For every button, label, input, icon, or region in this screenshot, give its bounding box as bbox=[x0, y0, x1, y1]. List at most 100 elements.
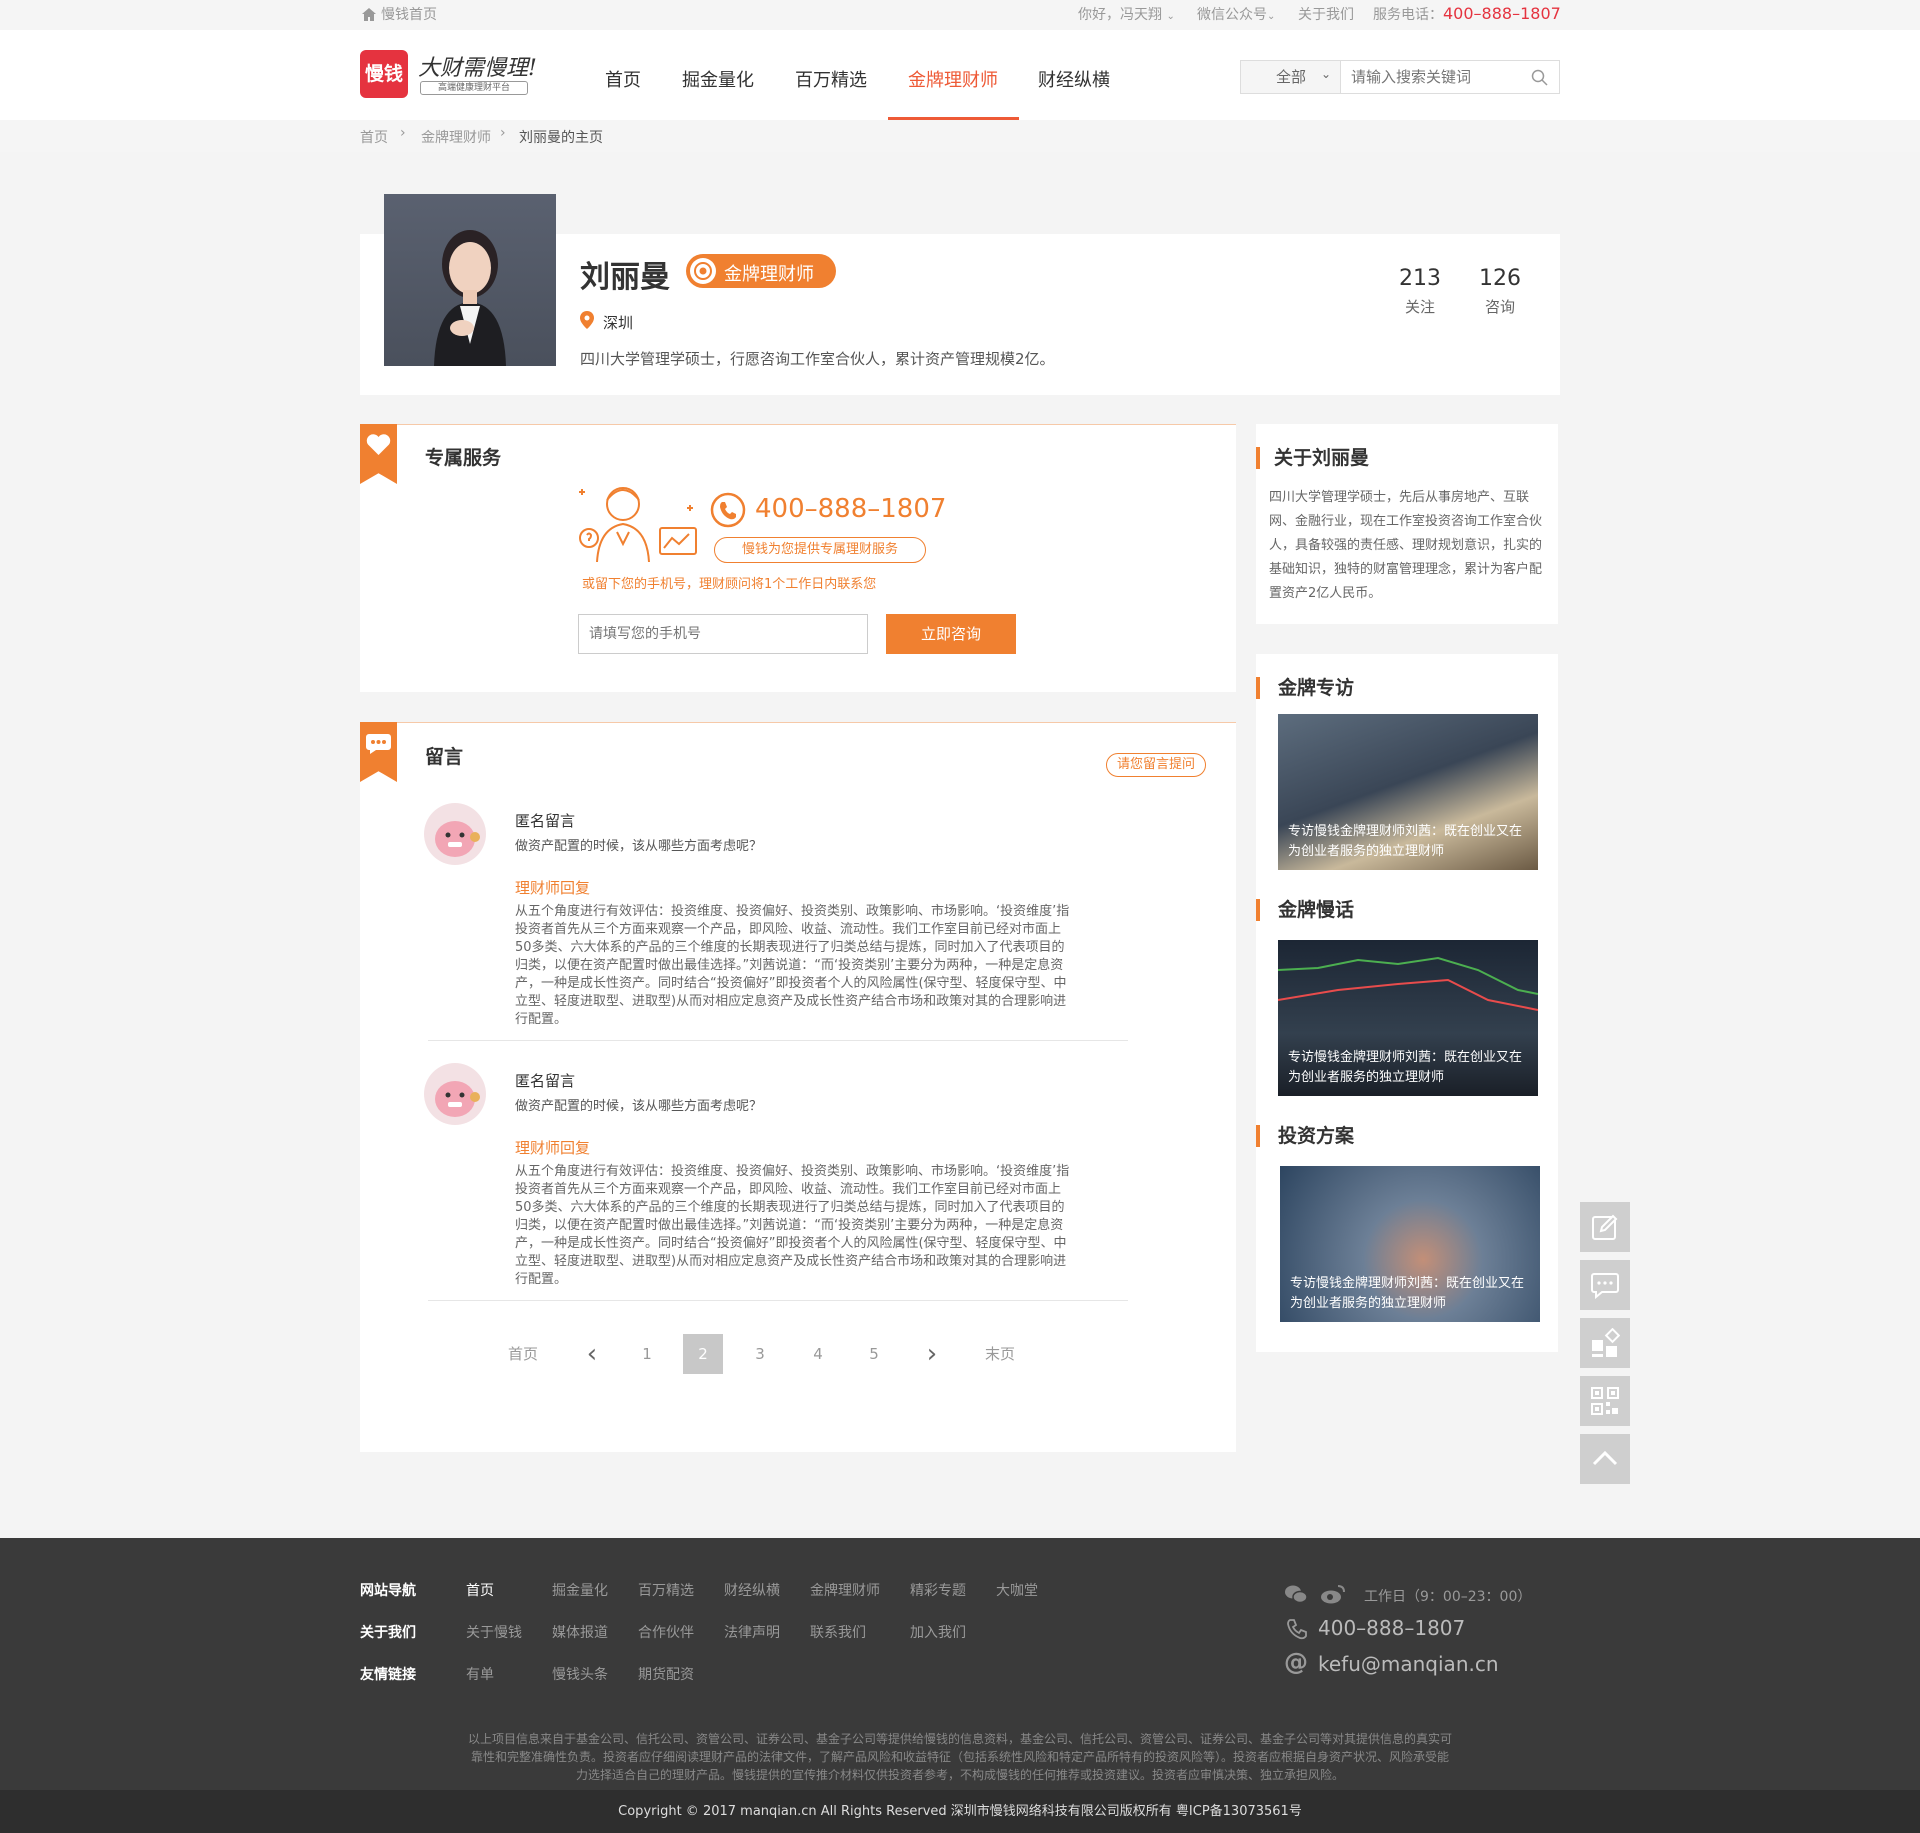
footer-link[interactable]: 金牌理财师 bbox=[810, 1580, 880, 1600]
top-bar: 慢钱首页 你好，冯天翔 ⌄ 微信公众号⌄ 关于我们 服务电话： 400–888–… bbox=[0, 0, 1920, 30]
logo-mark: 慢钱 bbox=[360, 50, 408, 98]
page-last[interactable]: 末页 bbox=[980, 1334, 1020, 1374]
service-phone: 400–888–1807 bbox=[755, 494, 947, 524]
tool-qrcode[interactable] bbox=[1580, 1376, 1630, 1426]
footer-link[interactable]: 期货配资 bbox=[638, 1664, 694, 1684]
avatar-photo bbox=[384, 194, 556, 366]
message-question: 做资产配置的时候，该从哪些方面考虑呢？ bbox=[515, 839, 763, 854]
service-phone: 400–888–1807 bbox=[1443, 4, 1561, 23]
plan-thumbnail[interactable]: 专访慢钱金牌理财师刘茜：既在创业又在为创业者服务的独立理财师 bbox=[1280, 1166, 1540, 1322]
breadcrumb: 首页 › 金牌理财师 › 刘丽曼的主页 bbox=[0, 120, 1920, 152]
logo-slogan: 大财需慢理! bbox=[418, 56, 537, 81]
footer-link[interactable]: 大咖堂 bbox=[996, 1580, 1038, 1600]
header: 慢钱 大财需慢理! 高端健康理财平台 首页 掘金量化 百万精选 金牌理财师 财经… bbox=[0, 30, 1920, 120]
footer-email[interactable]: kefu@manqian.cn bbox=[1318, 1652, 1499, 1676]
wechat-icon[interactable] bbox=[1284, 1584, 1308, 1608]
home-link[interactable]: 慢钱首页 bbox=[381, 7, 437, 23]
about-link[interactable]: 关于我们 bbox=[1298, 7, 1354, 23]
chat-icon bbox=[1590, 1270, 1620, 1304]
page-5[interactable]: 5 bbox=[854, 1334, 894, 1374]
nav-quant[interactable]: 掘金量化 bbox=[682, 66, 754, 92]
footer-link[interactable]: 掘金量化 bbox=[552, 1580, 608, 1600]
footer-link[interactable]: 加入我们 bbox=[910, 1622, 966, 1642]
footer-link[interactable]: 精彩专题 bbox=[910, 1580, 966, 1600]
nav-home[interactable]: 首页 bbox=[605, 66, 641, 92]
footer: 网站导航 首页 掘金量化 百万精选 财经纵横 金牌理财师 精彩专题 大咖堂 关于… bbox=[0, 1538, 1920, 1790]
tool-edit[interactable] bbox=[1580, 1202, 1630, 1252]
footer-link[interactable]: 法律声明 bbox=[724, 1622, 780, 1642]
page-3[interactable]: 3 bbox=[740, 1334, 780, 1374]
footer-link[interactable]: 有单 bbox=[466, 1664, 494, 1684]
nav-finance[interactable]: 财经纵横 bbox=[1038, 66, 1110, 92]
footer-link[interactable]: 百万精选 bbox=[638, 1580, 694, 1600]
page-1[interactable]: 1 bbox=[627, 1334, 667, 1374]
follow-count: 213 bbox=[1399, 266, 1441, 291]
search-input[interactable] bbox=[1351, 65, 1521, 89]
page-2[interactable]: 2 bbox=[683, 1334, 723, 1374]
message-author: 匿名留言 bbox=[515, 812, 576, 830]
breadcrumb-current: 刘丽曼的主页 bbox=[519, 130, 603, 146]
advisor-intro: 四川大学管理学硕士，行愿咨询工作室合伙人，累计资产管理规模2亿。 bbox=[580, 350, 1055, 368]
footer-link[interactable]: 首页 bbox=[466, 1580, 494, 1600]
tool-chat[interactable] bbox=[1580, 1260, 1630, 1310]
weibo-icon[interactable] bbox=[1320, 1584, 1346, 1608]
footer-row-label: 友情链接 bbox=[360, 1667, 416, 1683]
ask-question-button[interactable]: 请您留言提问 bbox=[1106, 753, 1206, 777]
comment-icon bbox=[366, 734, 391, 758]
advisor-city: 深圳 bbox=[603, 314, 634, 332]
plan-title: 投资方案 bbox=[1256, 1125, 1354, 1147]
chevron-down-icon: ⌄ bbox=[1321, 67, 1332, 81]
consult-now-button[interactable]: 立即咨询 bbox=[886, 614, 1016, 654]
tool-back-to-top[interactable] bbox=[1580, 1434, 1630, 1484]
chevron-right-icon[interactable]: › bbox=[912, 1334, 952, 1374]
footer-row-label: 关于我们 bbox=[360, 1625, 416, 1641]
tool-apps[interactable] bbox=[1580, 1318, 1630, 1368]
logo[interactable]: 慢钱 大财需慢理! 高端健康理财平台 bbox=[360, 50, 537, 100]
home-icon bbox=[362, 8, 376, 25]
service-label: 服务电话： bbox=[1373, 7, 1443, 23]
page-4[interactable]: 4 bbox=[798, 1334, 838, 1374]
phone-input[interactable] bbox=[578, 614, 868, 654]
qrcode-icon bbox=[1590, 1386, 1620, 1420]
gold-advisor-badge: 金牌理财师 bbox=[686, 254, 836, 288]
footer-row-label: 网站导航 bbox=[360, 1583, 416, 1599]
reply-label: 理财师回复 bbox=[515, 1139, 591, 1157]
footer-phone: 400–888–1807 bbox=[1318, 1616, 1466, 1640]
search-scope-value: 全部 bbox=[1276, 68, 1307, 86]
nav-advisor[interactable]: 金牌理财师 bbox=[908, 66, 998, 92]
interview-thumbnail[interactable]: 专访慢钱金牌理财师刘茜：既在创业又在为创业者服务的独立理财师 bbox=[1278, 714, 1538, 870]
phone-icon bbox=[1286, 1618, 1308, 1644]
footer-link[interactable]: 合作伙伴 bbox=[638, 1622, 694, 1642]
chevron-left-icon[interactable]: ‹ bbox=[572, 1334, 612, 1374]
greeting-dropdown[interactable]: 你好，冯天翔 ⌄ bbox=[1078, 7, 1175, 25]
search-icon[interactable] bbox=[1531, 69, 1548, 90]
footer-link[interactable]: 媒体报道 bbox=[552, 1622, 608, 1642]
medal-icon bbox=[690, 258, 716, 284]
footer-link[interactable]: 联系我们 bbox=[810, 1622, 866, 1642]
avatar bbox=[424, 1063, 486, 1125]
heart-icon bbox=[366, 434, 391, 460]
email-icon: @ bbox=[1284, 1648, 1308, 1676]
breadcrumb-home[interactable]: 首页 bbox=[360, 127, 388, 147]
footer-link[interactable]: 关于慢钱 bbox=[466, 1622, 522, 1642]
footer-link[interactable]: 财经纵横 bbox=[724, 1580, 780, 1600]
search-scope-select[interactable]: 全部 ⌄ bbox=[1241, 61, 1341, 93]
disclaimer-line: 以上项目信息来自于基金公司、信托公司、资管公司、证券公司、基金子公司等提供给慢钱… bbox=[467, 1732, 1452, 1746]
talk-thumbnail[interactable]: 专访慢钱金牌理财师刘茜：既在创业又在为创业者服务的独立理财师 bbox=[1278, 940, 1538, 1096]
wechat-text: 微信公众号 bbox=[1197, 7, 1267, 23]
service-pill: 慢钱为您提供专属理财服务 bbox=[714, 537, 926, 563]
page-first[interactable]: 首页 bbox=[503, 1334, 543, 1374]
disclaimer-line: 靠性和完整准确性负责。投资者应仔细阅读理财产品的法律文件，了解产品风险和收益特征… bbox=[470, 1750, 1449, 1764]
about-title: 关于刘丽曼 bbox=[1256, 447, 1369, 469]
edit-icon bbox=[1590, 1212, 1620, 1246]
nav-selected[interactable]: 百万精选 bbox=[795, 66, 867, 92]
about-text: 四川大学管理学硕士，先后从事房地产、互联网、金融行业，现在工作室投资咨询工作室合… bbox=[1269, 490, 1543, 601]
breadcrumb-advisor[interactable]: 金牌理财师 bbox=[421, 127, 491, 147]
service-hours: 工作日（9：00–23：00） bbox=[1364, 1589, 1532, 1605]
copyright: Copyright © 2017 manqian.cn All Rights R… bbox=[0, 1790, 1920, 1833]
footer-link[interactable]: 慢钱头条 bbox=[552, 1664, 608, 1684]
talk-caption: 专访慢钱金牌理财师刘茜：既在创业又在为创业者服务的独立理财师 bbox=[1288, 1050, 1523, 1085]
wechat-dropdown[interactable]: 微信公众号⌄ bbox=[1197, 7, 1275, 25]
logo-subtitle: 高端健康理财平台 bbox=[420, 81, 528, 95]
message-question: 做资产配置的时候，该从哪些方面考虑呢？ bbox=[515, 1099, 763, 1114]
